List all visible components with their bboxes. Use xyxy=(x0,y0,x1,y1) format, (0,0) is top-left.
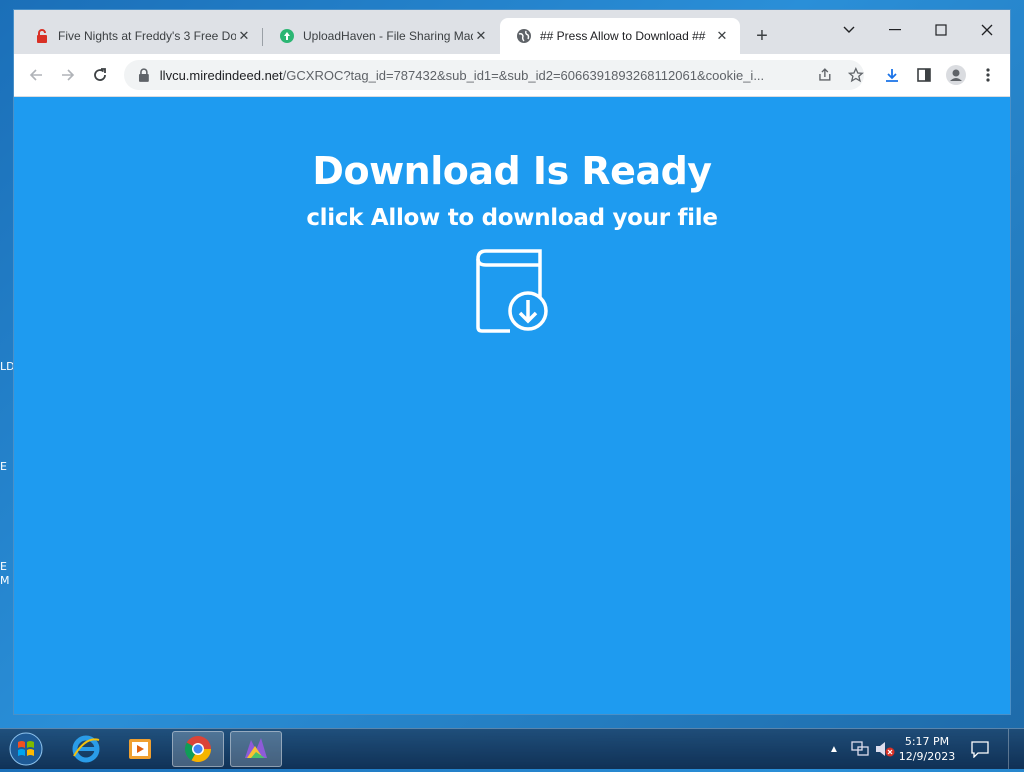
bookmark-star-icon[interactable] xyxy=(848,67,865,83)
tab-uploadhaven[interactable]: UploadHaven - File Sharing Mad ✕ xyxy=(263,18,499,54)
tab-title: ## Press Allow to Download ## xyxy=(540,29,706,43)
internet-explorer-icon[interactable] xyxy=(60,731,112,767)
profile-avatar-icon[interactable] xyxy=(946,65,966,85)
network-icon[interactable] xyxy=(850,740,870,758)
desktop-icon-fragment: M xyxy=(0,574,10,587)
system-tray: ▲ xyxy=(826,729,896,769)
globe-icon xyxy=(517,29,531,43)
back-button[interactable] xyxy=(24,63,48,87)
side-panel-icon[interactable] xyxy=(914,65,934,85)
chrome-icon[interactable] xyxy=(172,731,224,767)
url-path: /GCXROC?tag_id=787432&sub_id1=&sub_id2=6… xyxy=(282,67,765,83)
tray-overflow-chevron-icon[interactable]: ▲ xyxy=(826,744,842,755)
maximize-button[interactable] xyxy=(918,16,964,44)
tab-press-allow[interactable]: ## Press Allow to Download ## ✕ xyxy=(500,18,740,54)
tab-search-chevron-icon[interactable] xyxy=(826,16,872,44)
system-clock[interactable]: 5:17 PM 12/9/2023 xyxy=(892,734,962,764)
uploadhaven-logo-icon xyxy=(280,29,294,43)
browser-window: Five Nights at Freddy's 3 Free Do ✕ Uplo… xyxy=(14,10,1010,714)
media-player-icon[interactable] xyxy=(114,731,166,767)
clock-time: 5:17 PM xyxy=(904,735,950,748)
app-icon[interactable] xyxy=(230,731,282,767)
address-bar[interactable]: llvcu.miredindeed.net/GCXROC?tag_id=7874… xyxy=(124,60,865,90)
page-subline: click Allow to download your file xyxy=(306,205,718,231)
lock-icon[interactable] xyxy=(138,68,150,82)
menu-kebab-icon[interactable] xyxy=(978,65,998,85)
close-icon[interactable]: ✕ xyxy=(473,28,489,44)
show-desktop-button[interactable] xyxy=(1008,729,1024,769)
tab-title: Five Nights at Freddy's 3 Free Do xyxy=(58,29,236,43)
red-lock-icon xyxy=(37,29,47,43)
start-button[interactable] xyxy=(6,731,46,767)
forward-button[interactable] xyxy=(56,63,80,87)
minimize-button[interactable] xyxy=(872,16,918,44)
desktop-icon-fragment: LD xyxy=(0,360,15,373)
desktop-icon-fragment: E xyxy=(0,560,7,573)
page-content: Download Is Ready click Allow to downloa… xyxy=(14,97,1010,714)
close-icon[interactable]: ✕ xyxy=(714,28,730,44)
desktop-icon-fragment: E xyxy=(0,460,7,473)
tab-strip: Five Nights at Freddy's 3 Free Do ✕ Uplo… xyxy=(14,10,1010,54)
clock-date: 12/9/2023 xyxy=(898,750,956,763)
action-center-icon[interactable] xyxy=(970,740,990,758)
reload-button[interactable] xyxy=(88,63,112,87)
close-icon[interactable]: ✕ xyxy=(236,28,252,44)
page-headline: Download Is Ready xyxy=(312,149,712,193)
book-download-icon xyxy=(476,249,548,333)
browser-toolbar: llvcu.miredindeed.net/GCXROC?tag_id=7874… xyxy=(14,54,1010,97)
tab-fnaf[interactable]: Five Nights at Freddy's 3 Free Do ✕ xyxy=(18,18,262,54)
tab-title: UploadHaven - File Sharing Mad xyxy=(303,29,473,43)
url-text[interactable]: llvcu.miredindeed.net/GCXROC?tag_id=7874… xyxy=(160,68,809,83)
share-icon[interactable] xyxy=(817,67,833,83)
close-window-button[interactable] xyxy=(964,16,1010,44)
url-domain: llvcu.miredindeed.net xyxy=(159,67,283,83)
new-tab-button[interactable]: + xyxy=(752,26,772,47)
taskbar: ▲ 5:17 PM 12/9/2023 xyxy=(0,728,1024,769)
download-icon[interactable] xyxy=(882,65,902,85)
